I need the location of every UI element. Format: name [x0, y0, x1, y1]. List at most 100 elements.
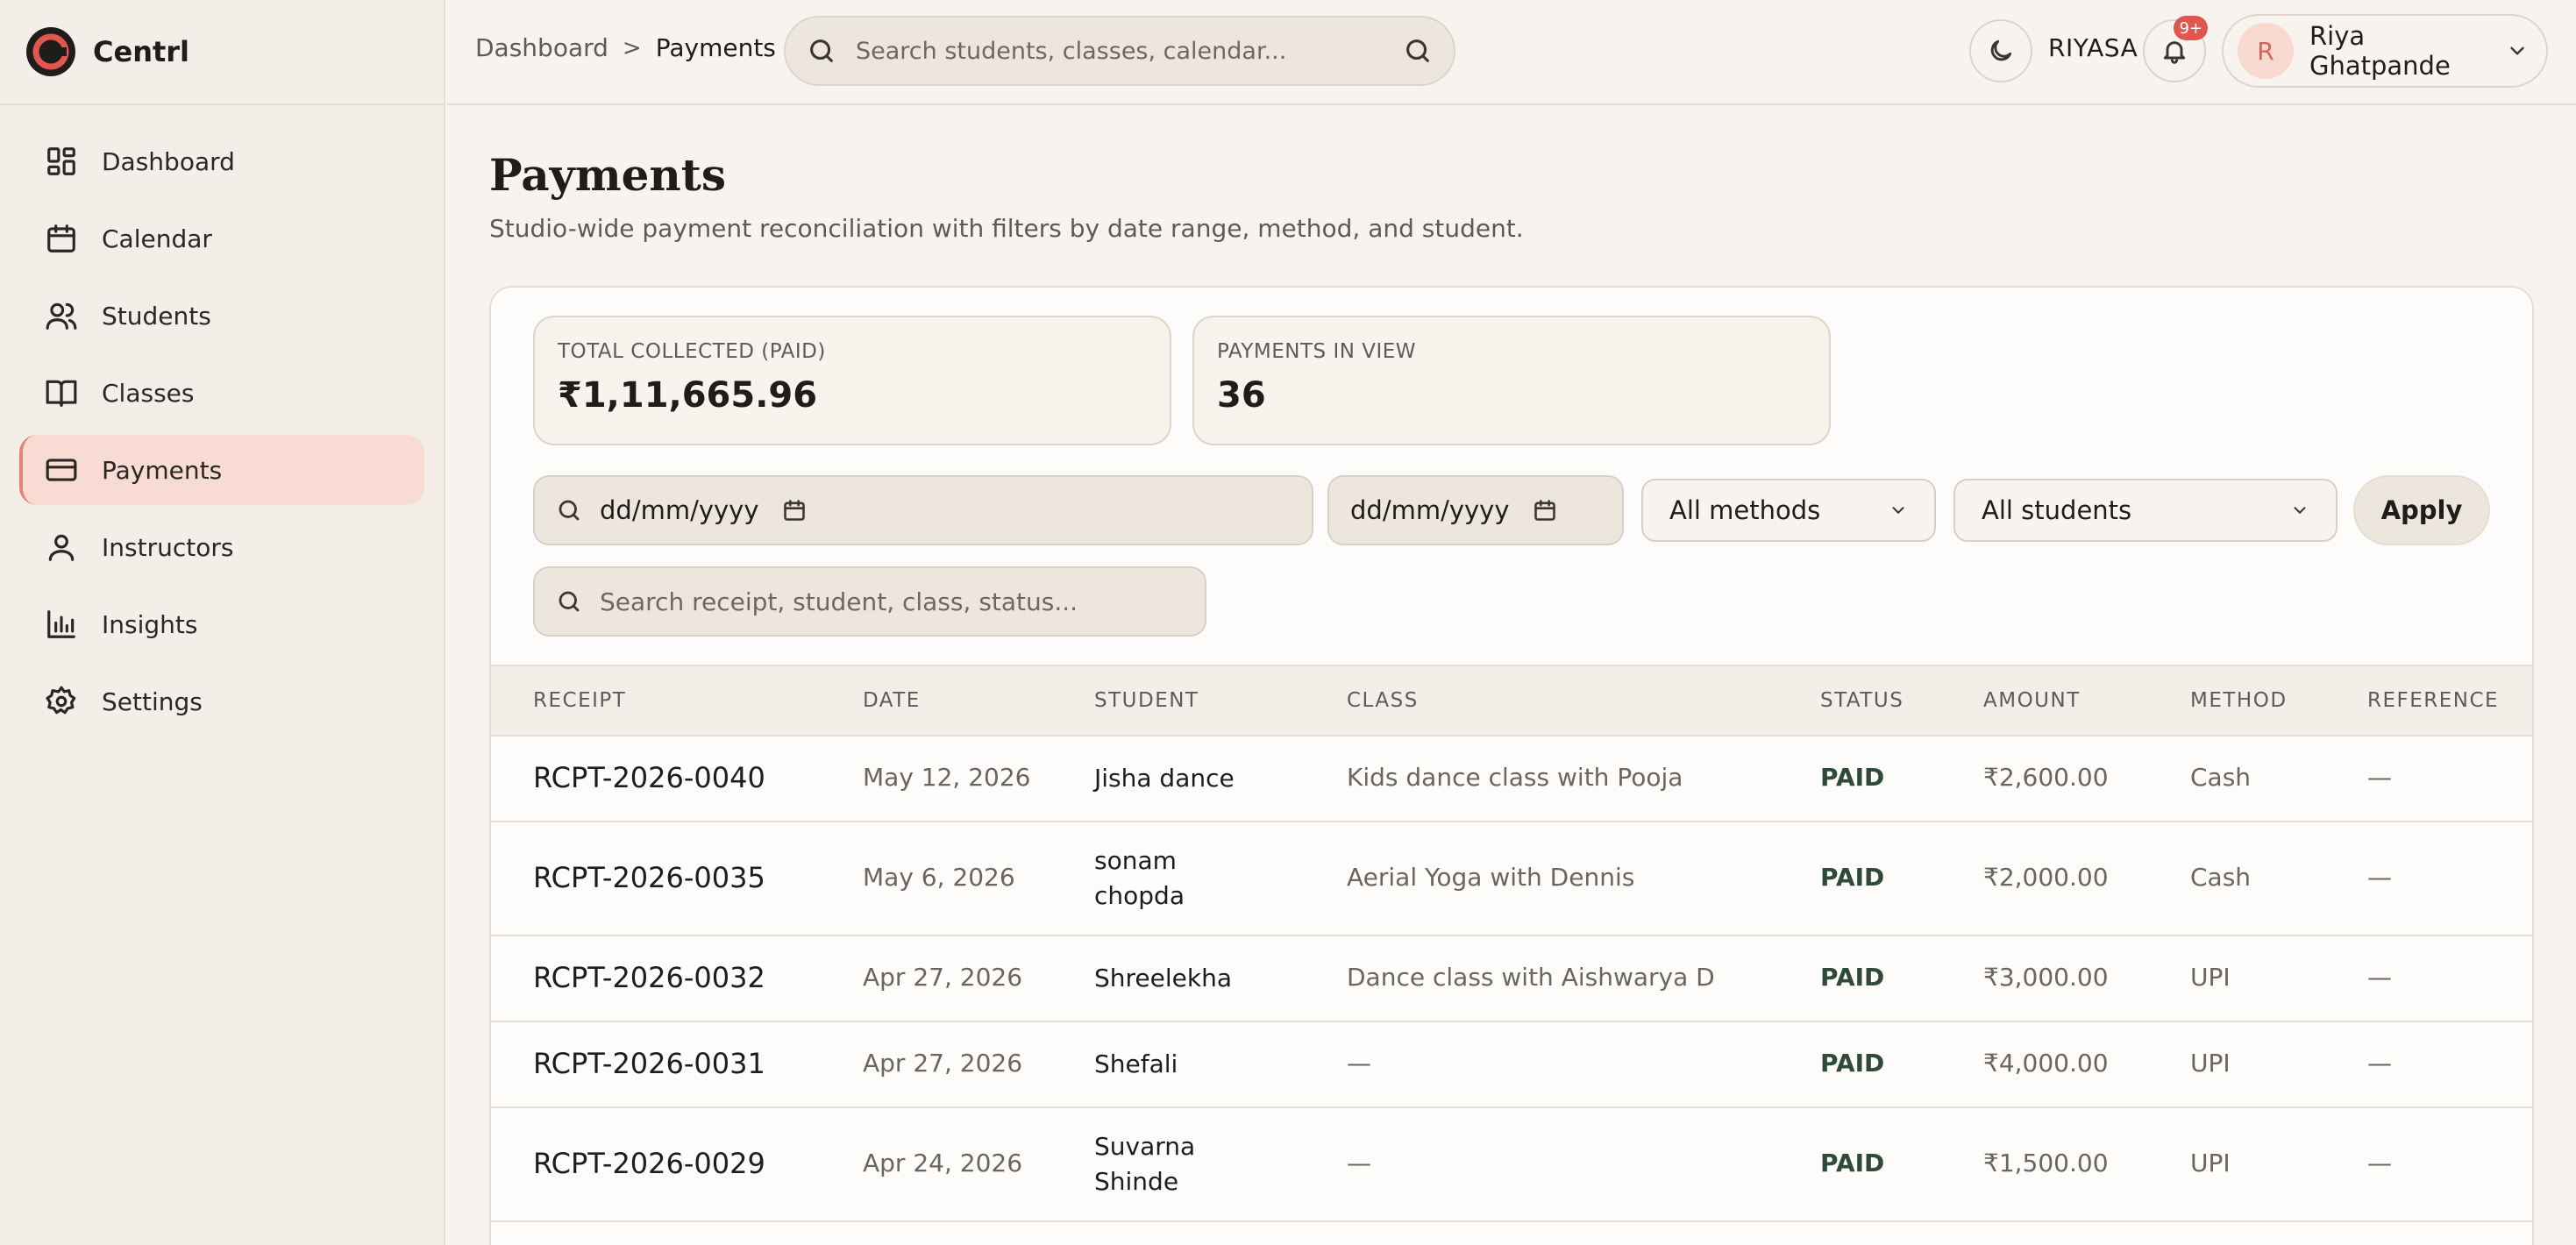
theme-toggle-button[interactable]	[1969, 19, 2032, 82]
sidebar-item-label: Settings	[102, 687, 203, 716]
class-name: —	[1347, 1049, 1371, 1078]
table-row[interactable]: RCPT-2026-0029 Apr 24, 2026 Suvarna Shin…	[491, 1108, 2532, 1222]
sidebar-item-insights[interactable]: Insights	[19, 589, 424, 659]
receipt-id[interactable]: RCPT-2026-0029	[533, 1147, 765, 1180]
calendar-icon	[44, 221, 79, 256]
sidebar-item-label: Dashboard	[102, 146, 235, 176]
search-icon	[810, 39, 833, 62]
status-badge: PAID	[1820, 763, 1885, 792]
column-header-status[interactable]: STATUS	[1820, 689, 1904, 712]
payments-card: TOTAL COLLECTED (PAID) ₹1,11,665.96 PAYM…	[489, 286, 2534, 1245]
sidebar-item-calendar[interactable]: Calendar	[19, 203, 424, 274]
receipt-id[interactable]: RCPT-2026-0032	[533, 961, 765, 994]
sidebar-item-classes[interactable]: Classes	[19, 358, 424, 428]
sidebar-item-label: Insights	[102, 609, 198, 639]
sidebar-item-dashboard[interactable]: Dashboard	[19, 126, 424, 196]
table-row[interactable]: RCPT-2026-0032 Apr 27, 2026 Shreelekha D…	[491, 936, 2532, 1022]
reference: —	[2367, 863, 2392, 892]
student-select-value: All students	[1982, 495, 2132, 525]
class-name: Kids dance class with Pooja	[1347, 763, 1683, 792]
brand[interactable]: Centrl	[0, 0, 444, 105]
receipt-id[interactable]: RCPT-2026-0035	[533, 861, 765, 894]
amount: ₹4,000.00	[1983, 1049, 2109, 1078]
topbar: Dashboard > Payments Search students, cl…	[447, 0, 2576, 105]
status-badge: PAID	[1820, 1149, 1885, 1177]
avatar: R	[2238, 23, 2294, 79]
chevron-down-icon	[2294, 507, 2306, 514]
student-name-line: Shinde	[1094, 1167, 1179, 1196]
apply-button[interactable]: Apply	[2353, 475, 2490, 545]
breadcrumb-parent-link[interactable]: Dashboard	[475, 33, 608, 62]
bar-chart-icon	[44, 607, 79, 642]
amount: ₹2,000.00	[1983, 863, 2109, 892]
amount: ₹1,500.00	[1983, 1149, 2109, 1177]
student-select[interactable]: All students	[1953, 479, 2338, 542]
credit-card-icon	[44, 452, 79, 487]
sidebar-item-label: Students	[102, 301, 211, 331]
chevron-right-icon: >	[622, 34, 642, 61]
status-badge: PAID	[1820, 1049, 1885, 1078]
breadcrumb: Dashboard > Payments	[475, 33, 776, 62]
column-header-receipt[interactable]: RECEIPT	[533, 689, 626, 712]
payment-method: UPI	[2190, 1049, 2231, 1078]
page-subtitle: Studio-wide payment reconciliation with …	[489, 214, 1524, 243]
grid-icon	[44, 144, 79, 179]
table-row[interactable]: RCPT-2026-0031 Apr 27, 2026 Shefali — PA…	[491, 1022, 2532, 1108]
date-from-value: dd/mm/yyyy	[600, 495, 759, 525]
sidebar-item-students[interactable]: Students	[19, 281, 424, 351]
breadcrumb-current: Payments	[655, 33, 776, 62]
table-search-placeholder: Search receipt, student, class, status..…	[600, 587, 1078, 616]
sidebar-item-settings[interactable]: Settings	[19, 666, 424, 736]
table-row[interactable]: RCPT-2026-0035 May 6, 2026 sonam chopda …	[491, 822, 2532, 936]
receipt-id[interactable]: RCPT-2026-0040	[533, 761, 765, 794]
sidebar-item-label: Instructors	[102, 532, 234, 562]
column-header-student[interactable]: STUDENT	[1094, 689, 1199, 712]
table-row[interactable]: RCPT-2026-0040 May 12, 2026 Jisha dance …	[491, 736, 2532, 822]
user-name: Riya Ghatpande	[2309, 21, 2451, 81]
stat-label: TOTAL COLLECTED (PAID)	[558, 340, 826, 363]
table-search-input[interactable]: Search receipt, student, class, status..…	[533, 566, 1206, 637]
sidebar-item-instructors[interactable]: Instructors	[19, 512, 424, 582]
book-icon	[44, 375, 79, 410]
student-name: sonam chopda	[1094, 843, 1185, 914]
calendar-icon[interactable]	[1533, 498, 1557, 523]
sidebar-item-label: Calendar	[102, 224, 212, 253]
student-name-line: chopda	[1094, 881, 1185, 910]
gear-icon	[44, 684, 79, 719]
student-name: Shreelekha	[1094, 961, 1232, 996]
payment-method: UPI	[2190, 1149, 2231, 1177]
column-header-reference[interactable]: REFERENCE	[2367, 689, 2499, 712]
user-icon	[44, 530, 79, 565]
sidebar-item-payments[interactable]: Payments	[19, 435, 424, 505]
notifications-badge: 9+	[2174, 16, 2208, 40]
column-header-class[interactable]: CLASS	[1347, 689, 1419, 712]
column-header-amount[interactable]: AMOUNT	[1983, 689, 2081, 712]
reference: —	[2367, 1049, 2392, 1078]
search-submit-icon[interactable]	[1403, 36, 1433, 66]
payment-method: Cash	[2190, 863, 2252, 892]
chevron-down-icon	[2510, 46, 2524, 55]
stat-label: PAYMENTS IN VIEW	[1217, 340, 1417, 363]
payment-date: Apr 27, 2026	[863, 1049, 1023, 1078]
payments-table: RECEIPT DATE STUDENT CLASS STATUS AMOUNT…	[491, 665, 2532, 1222]
amount: ₹3,000.00	[1983, 963, 2109, 992]
notifications-button[interactable]: 9+	[2143, 16, 2208, 82]
column-header-method[interactable]: METHOD	[2190, 689, 2288, 712]
method-select[interactable]: All methods	[1641, 479, 1936, 542]
sidebar-item-label: Payments	[102, 455, 223, 485]
user-menu-button[interactable]: R Riya Ghatpande	[2222, 14, 2548, 88]
student-name-line: Jisha dance	[1094, 764, 1235, 793]
student-name: Suvarna Shinde	[1094, 1129, 1195, 1199]
date-to-input[interactable]: dd/mm/yyyy	[1327, 475, 1624, 545]
receipt-id[interactable]: RCPT-2026-0031	[533, 1047, 765, 1080]
column-header-date[interactable]: DATE	[863, 689, 921, 712]
payment-date: May 12, 2026	[863, 763, 1031, 792]
calendar-icon[interactable]	[782, 498, 807, 523]
student-name-line: Suvarna	[1094, 1132, 1196, 1161]
search-icon	[559, 591, 580, 612]
date-from-input[interactable]: dd/mm/yyyy	[533, 475, 1313, 545]
student-name-line: Shreelekha	[1094, 964, 1232, 992]
page-title: Payments	[489, 149, 727, 201]
sidebar: Centrl Dashboard Calendar Students Class…	[0, 0, 445, 1245]
global-search-input[interactable]: Search students, classes, calendar...	[784, 16, 1455, 86]
